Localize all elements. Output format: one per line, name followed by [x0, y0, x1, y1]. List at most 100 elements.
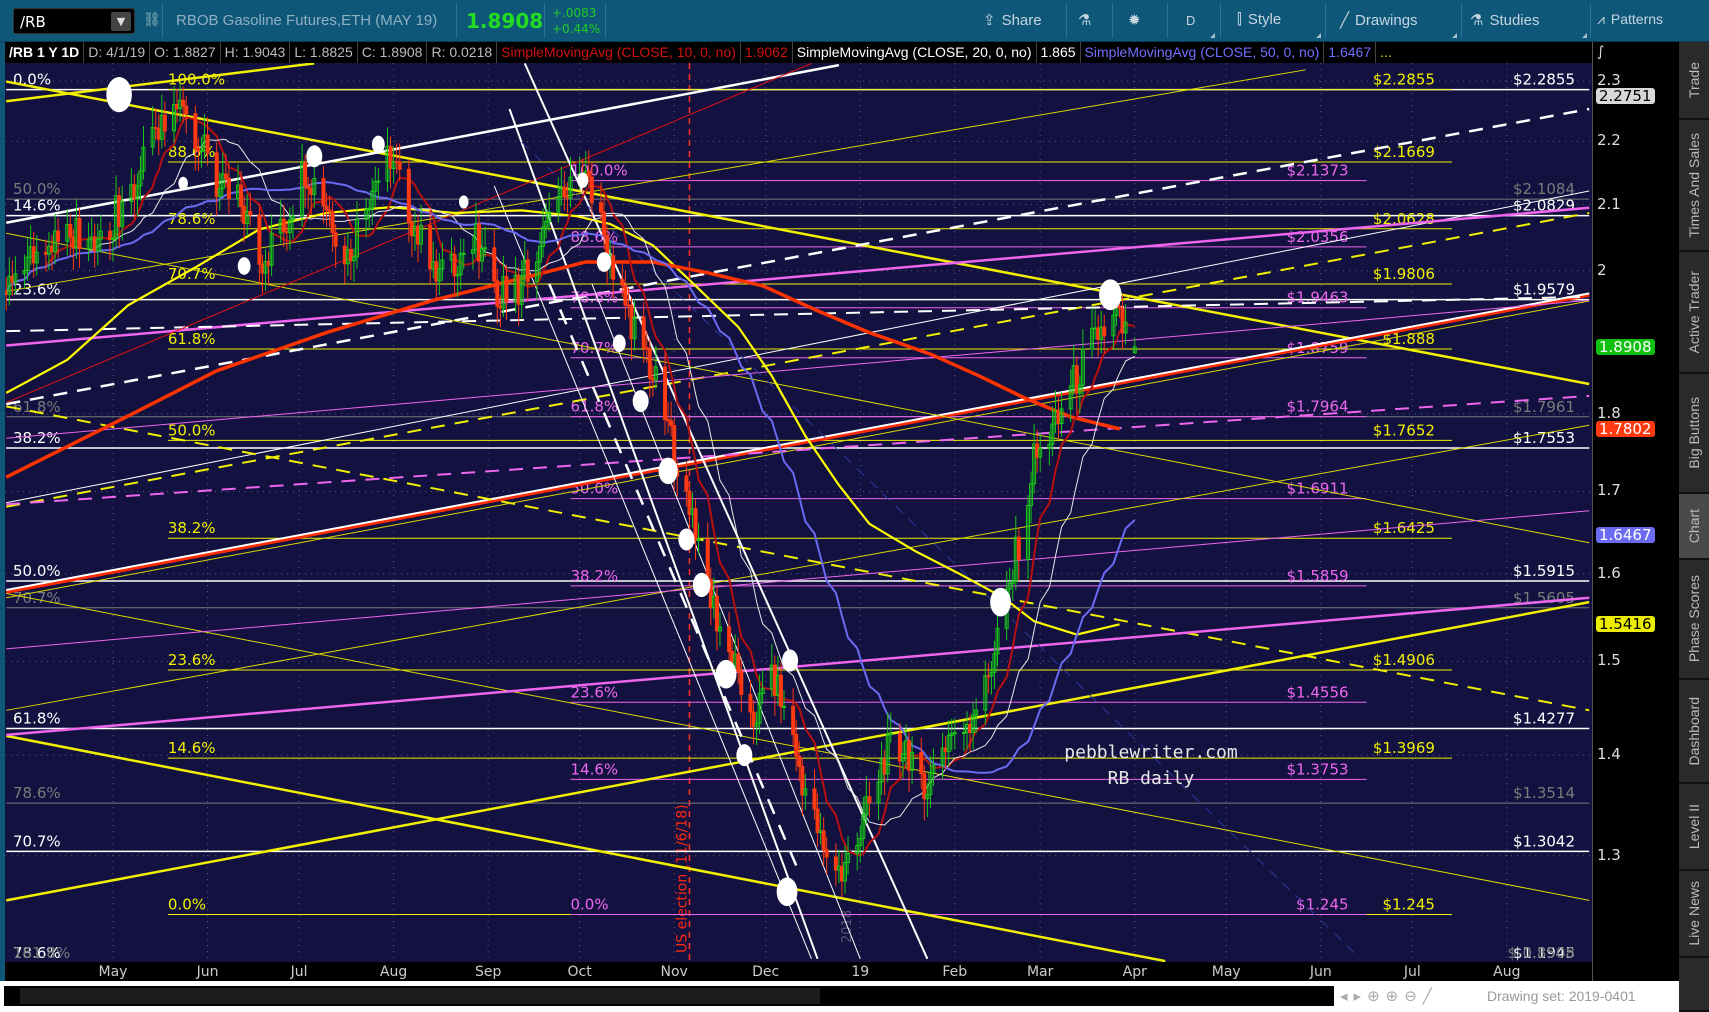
white-fib-price-label[interactable]: $1.7553: [1513, 429, 1575, 447]
sidebar-tab-chart[interactable]: Chart: [1679, 494, 1709, 560]
scrollbar-thumb[interactable]: [20, 988, 820, 1004]
trendline-16[interactable]: [6, 596, 1590, 737]
drawings-button[interactable]: ╱ Drawings: [1340, 11, 1418, 29]
flask-button[interactable]: ⚗: [1078, 11, 1097, 29]
share-button[interactable]: ⇪ Share: [983, 11, 1042, 29]
sidebar-tab-dashboard[interactable]: Dashboard: [1679, 680, 1709, 784]
draw-line-icon[interactable]: ╱: [1423, 987, 1438, 1005]
sidebar-tab-times-and-sales[interactable]: Times And Sales: [1679, 120, 1709, 252]
trendline-8[interactable]: [6, 405, 1590, 712]
trendline-4[interactable]: [5, 292, 1590, 594]
pink-fib-price-label[interactable]: $1.6911: [1287, 480, 1349, 498]
pink-fib-price-label[interactable]: $1.4556: [1287, 683, 1349, 701]
gray-fib-pct-label[interactable]: 50.0%: [13, 180, 61, 198]
pink-fib-pct-label[interactable]: 0.0%: [571, 895, 609, 913]
symbol-selector[interactable]: /RB ▼: [13, 8, 135, 34]
white-fib-price-label[interactable]: $2.2855: [1513, 71, 1575, 89]
yellow-fib-pct-label[interactable]: 23.6%: [168, 651, 216, 669]
candle-body: [1102, 326, 1107, 337]
study-curve-icon[interactable]: ∫: [1597, 44, 1604, 60]
yellow-fib-pct-label[interactable]: 78.6%: [168, 210, 216, 228]
sma20-label[interactable]: SimpleMovingAvg (CLOSE, 20, 0, no): [793, 42, 1037, 63]
yellow-fib-pct-label[interactable]: 0.0%: [168, 895, 206, 913]
price-axis[interactable]: ∫ 2.3 2.2 2.1 2 1.8 1.7 1.6 1.5 1.4 1.3 2.2751 1.89…: [1592, 42, 1679, 982]
pink-fib-price-label[interactable]: $1.5859: [1287, 567, 1349, 585]
sidebar-tab-live-news[interactable]: Live News: [1679, 871, 1709, 958]
studies-button[interactable]: ⚗ Studies: [1470, 11, 1540, 29]
gray-fib-price-label[interactable]: $1.3514: [1513, 784, 1575, 802]
trendline-9[interactable]: [6, 232, 1590, 544]
gray-fib-price-label[interactable]: $-0.8508: [1508, 944, 1575, 962]
drawing-set[interactable]: Drawing set: 2019-0401: [1487, 988, 1636, 1004]
style-button[interactable]: ⫿ Style: [1237, 11, 1281, 28]
chart-plot-area[interactable]: US election (11/6/18)20180.0%$2.285514.6…: [5, 63, 1592, 962]
horizontal-scrollbar[interactable]: [4, 986, 1334, 1006]
trendline-25[interactable]: [493, 185, 812, 960]
white-fib-pct-label[interactable]: 38.2%: [13, 429, 61, 447]
sidebar-tab-active-trader[interactable]: Active Trader: [1679, 252, 1709, 374]
pan-icon[interactable]: ◂▸: [1340, 987, 1367, 1005]
yellow-fib-pct-label[interactable]: 61.8%: [168, 330, 216, 348]
symbol-input[interactable]: /RB: [20, 13, 46, 31]
sidebar-tab-phase-scores[interactable]: Phase Scores: [1679, 560, 1709, 680]
yellow-fib-pct-label[interactable]: 38.2%: [168, 519, 216, 537]
white-fib-price-label[interactable]: $1.5915: [1513, 562, 1575, 580]
yellow-fib-price-label[interactable]: $1.4906: [1373, 651, 1435, 669]
white-fib-pct-label[interactable]: 70.7%: [13, 832, 61, 850]
price-chart[interactable]: US election (11/6/18)20180.0%$2.285514.6…: [5, 63, 1592, 962]
candle-body: [650, 377, 655, 381]
candle-body: [266, 261, 271, 266]
trendline-23[interactable]: [523, 63, 929, 960]
sma10-label[interactable]: SimpleMovingAvg (CLOSE, 10, 0, no): [497, 42, 741, 63]
price-tick-label: 1.7: [1597, 481, 1621, 500]
pink-fib-pct-label[interactable]: 14.6%: [571, 760, 619, 778]
sidebar-tab-big-buttons[interactable]: Big Buttons: [1679, 374, 1709, 494]
price-tick-label: 1.3: [1597, 845, 1621, 864]
gray-fib-pct-label[interactable]: 161.8%: [13, 944, 70, 962]
settings-button[interactable]: ✹: [1128, 11, 1147, 29]
yellow-fib-price-label[interactable]: $2.1669: [1373, 143, 1435, 161]
white-fib-pct-label[interactable]: 61.8%: [13, 710, 61, 728]
pink-fib-pct-label[interactable]: 88.6%: [571, 228, 619, 246]
white-fib-price-label[interactable]: $1.9579: [1513, 281, 1575, 299]
yellow-fib-pct-label[interactable]: 50.0%: [168, 421, 216, 439]
white-fib-price-label[interactable]: $1.4277: [1513, 710, 1575, 728]
yellow-fib-pct-label[interactable]: 14.6%: [168, 739, 216, 757]
crosshair-icon[interactable]: ⊕: [1367, 987, 1386, 1005]
yellow-fib-pct-label[interactable]: 70.7%: [168, 265, 216, 283]
sidebar-tab-trade[interactable]: Trade: [1679, 42, 1709, 120]
white-fib-price-label[interactable]: $1.3042: [1513, 832, 1575, 850]
yellow-fib-price-label[interactable]: $2.2855: [1373, 71, 1435, 89]
gray-fib-pct-label[interactable]: 78.6%: [13, 784, 61, 802]
yellow-fib-price-label[interactable]: $1.245: [1382, 895, 1435, 913]
aggregation-button[interactable]: D: [1186, 13, 1195, 28]
more-studies[interactable]: ...: [1376, 42, 1396, 63]
trendline-1[interactable]: [6, 63, 315, 103]
pink-fib-price-label[interactable]: $1.7964: [1287, 398, 1349, 416]
yellow-fib-price-label[interactable]: $1.9806: [1373, 265, 1435, 283]
zoom-in-icon[interactable]: ⊕: [1386, 987, 1405, 1005]
trendline-5[interactable]: [6, 292, 1590, 592]
yellow-fib-price-label[interactable]: $1.3969: [1373, 739, 1435, 757]
pink-fib-price-label[interactable]: $1.3753: [1287, 760, 1349, 778]
trendline-17[interactable]: [6, 510, 1590, 650]
time-tick-label: Nov: [660, 964, 688, 980]
pink-fib-price-label[interactable]: $2.1373: [1287, 162, 1349, 180]
chevron-down-icon[interactable]: ▼: [111, 12, 131, 31]
trendline-24[interactable]: [508, 108, 819, 960]
pink-fib-price-label[interactable]: $1.9463: [1287, 289, 1349, 307]
pink-fib-price-label[interactable]: $1.245: [1296, 895, 1349, 913]
trendline-20[interactable]: [6, 299, 1590, 439]
link-icon[interactable]: ⛓: [143, 12, 161, 28]
yellow-fib-price-label[interactable]: $1.7652: [1373, 421, 1435, 439]
gray-fib-pct-label[interactable]: 70.7%: [13, 589, 61, 607]
pink-fib-pct-label[interactable]: 38.2%: [571, 567, 619, 585]
zoom-out-icon[interactable]: ⊖: [1404, 987, 1423, 1005]
patterns-button[interactable]: ⩘ Patterns: [1597, 11, 1663, 28]
candle-body: [327, 209, 332, 213]
yellow-fib-price-label[interactable]: $1.6425: [1373, 519, 1435, 537]
sma50-label[interactable]: SimpleMovingAvg (CLOSE, 50, 0, no): [1081, 42, 1325, 63]
white-fib-pct-label[interactable]: 50.0%: [13, 562, 61, 580]
time-axis[interactable]: May Jun Jul Aug Sep Oct Nov Dec 19 Feb Mar Apr May Ju…: [5, 962, 1592, 981]
sidebar-tab-level-ii[interactable]: Level II: [1679, 784, 1709, 871]
